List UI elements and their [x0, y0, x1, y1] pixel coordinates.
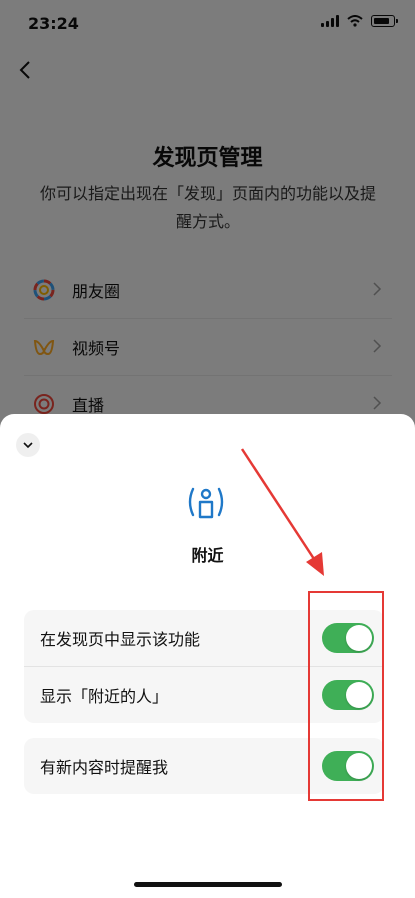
collapse-button[interactable]	[16, 433, 40, 457]
home-indicator	[134, 882, 282, 887]
annotation-highlight-box	[308, 591, 384, 801]
setting-label: 有新内容时提醒我	[40, 758, 169, 777]
setting-label: 显示「附近的人」	[40, 687, 169, 706]
feature-name: 附近	[191, 546, 224, 565]
chevron-down-icon	[23, 442, 33, 449]
nearby-person-icon	[188, 487, 224, 519]
setting-label: 在发现页中显示该功能	[40, 630, 201, 649]
